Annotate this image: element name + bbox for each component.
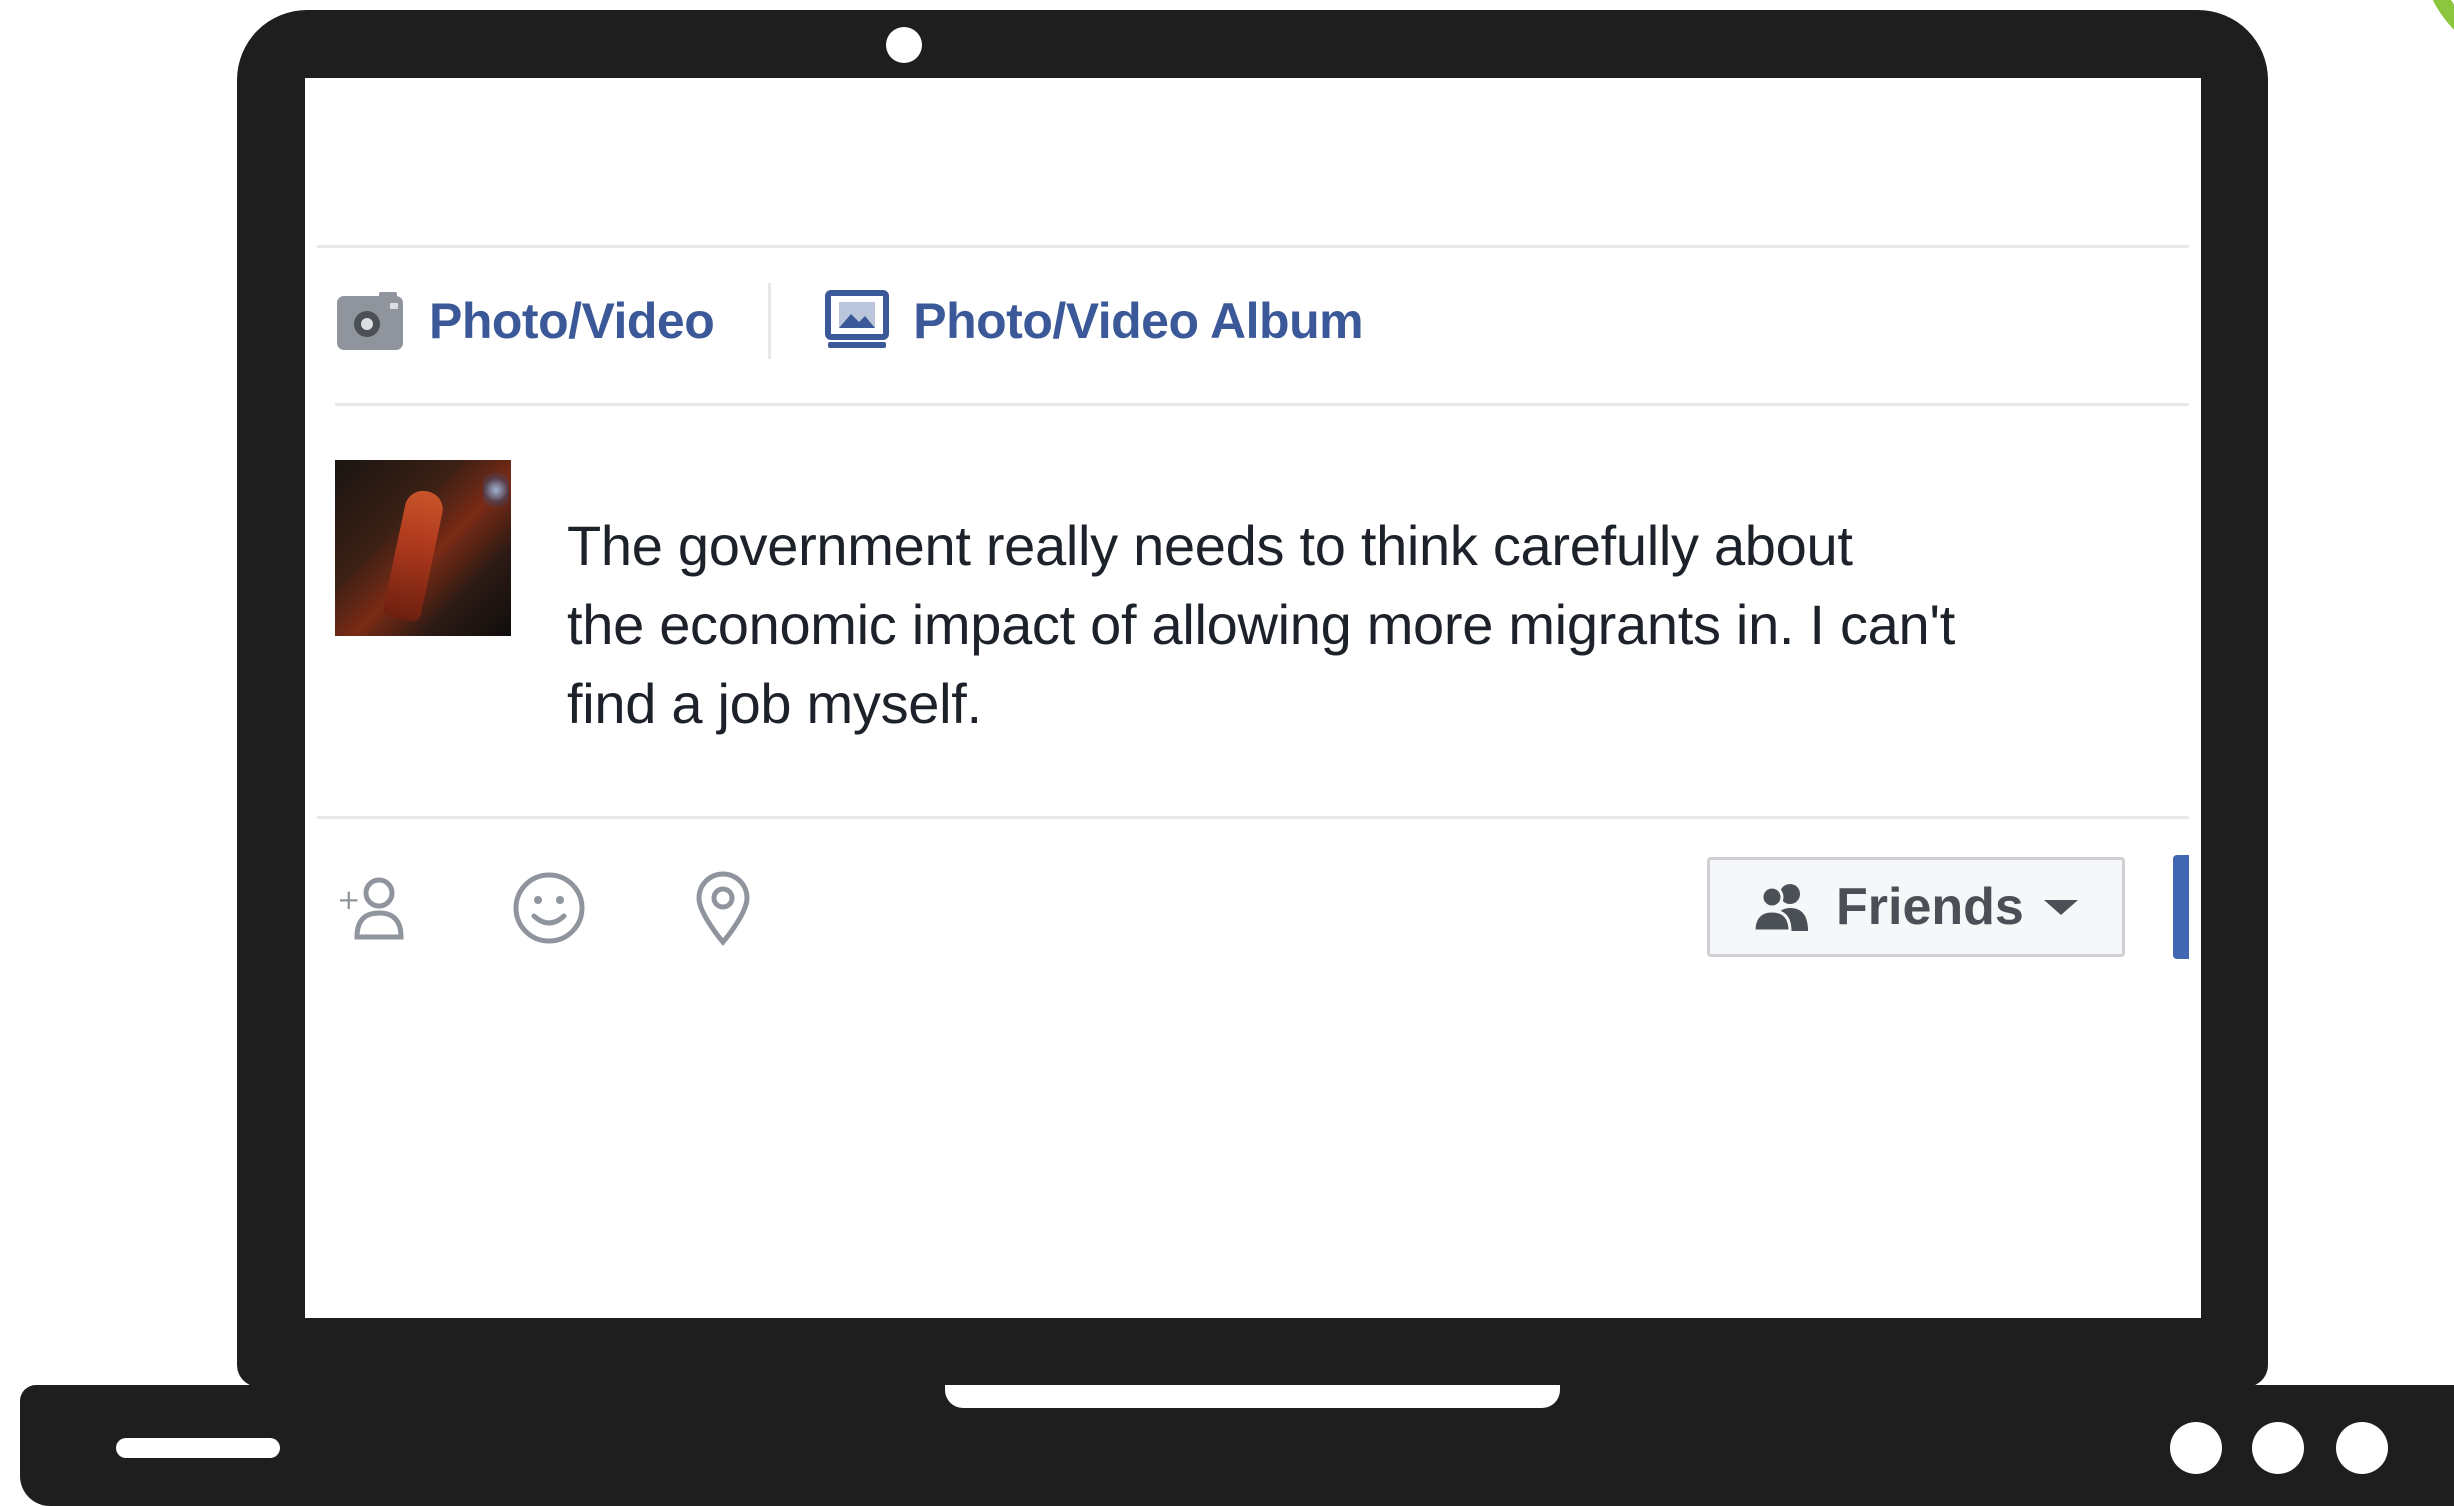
- photo-video-button[interactable]: Photo/Video: [335, 290, 715, 352]
- chevron-down-icon: [2043, 899, 2078, 915]
- composer-footer-icons: +: [335, 868, 857, 948]
- webcam-dot: [886, 27, 922, 63]
- post-text-input[interactable]: The government really needs to think car…: [567, 506, 2147, 743]
- photo-video-album-button[interactable]: Photo/Video Album: [825, 290, 1364, 352]
- laptop-hinge-notch: [945, 1385, 1560, 1408]
- check-in-location-icon[interactable]: [683, 868, 763, 948]
- divider-middle: [335, 403, 2189, 406]
- indicator-dot: [2252, 1422, 2304, 1474]
- post-button[interactable]: [2173, 855, 2189, 959]
- friends-icon: [1752, 881, 1812, 933]
- user-avatar[interactable]: [335, 460, 511, 636]
- audience-label: Friends: [1836, 878, 2024, 936]
- indicator-dot: [2336, 1422, 2388, 1474]
- avatar-figure: [381, 487, 447, 623]
- audience-selector-button[interactable]: Friends: [1707, 857, 2125, 957]
- attachment-bar: Photo/Video Photo/Video Album: [335, 283, 1364, 359]
- photo-video-album-label: Photo/Video Album: [913, 293, 1364, 349]
- laptop-base-slot: [116, 1438, 280, 1458]
- indicator-dot: [2170, 1422, 2222, 1474]
- photo-video-label: Photo/Video: [429, 293, 715, 349]
- illustration-stage: Photo/Video Photo/Video Album The govern…: [0, 0, 2454, 1506]
- svg-text:+: +: [337, 883, 360, 916]
- camera-icon: [335, 290, 405, 352]
- green-accent-curve: [2381, 0, 2454, 107]
- divider-bottom: [317, 816, 2189, 819]
- divider-top: [317, 245, 2189, 248]
- laptop-screen: Photo/Video Photo/Video Album The govern…: [305, 78, 2201, 1318]
- feeling-emoji-icon[interactable]: [509, 868, 589, 948]
- tag-friends-icon[interactable]: +: [335, 868, 415, 948]
- attachment-separator: [768, 283, 772, 359]
- photo-album-icon: [825, 290, 890, 352]
- avatar-light: [483, 470, 509, 510]
